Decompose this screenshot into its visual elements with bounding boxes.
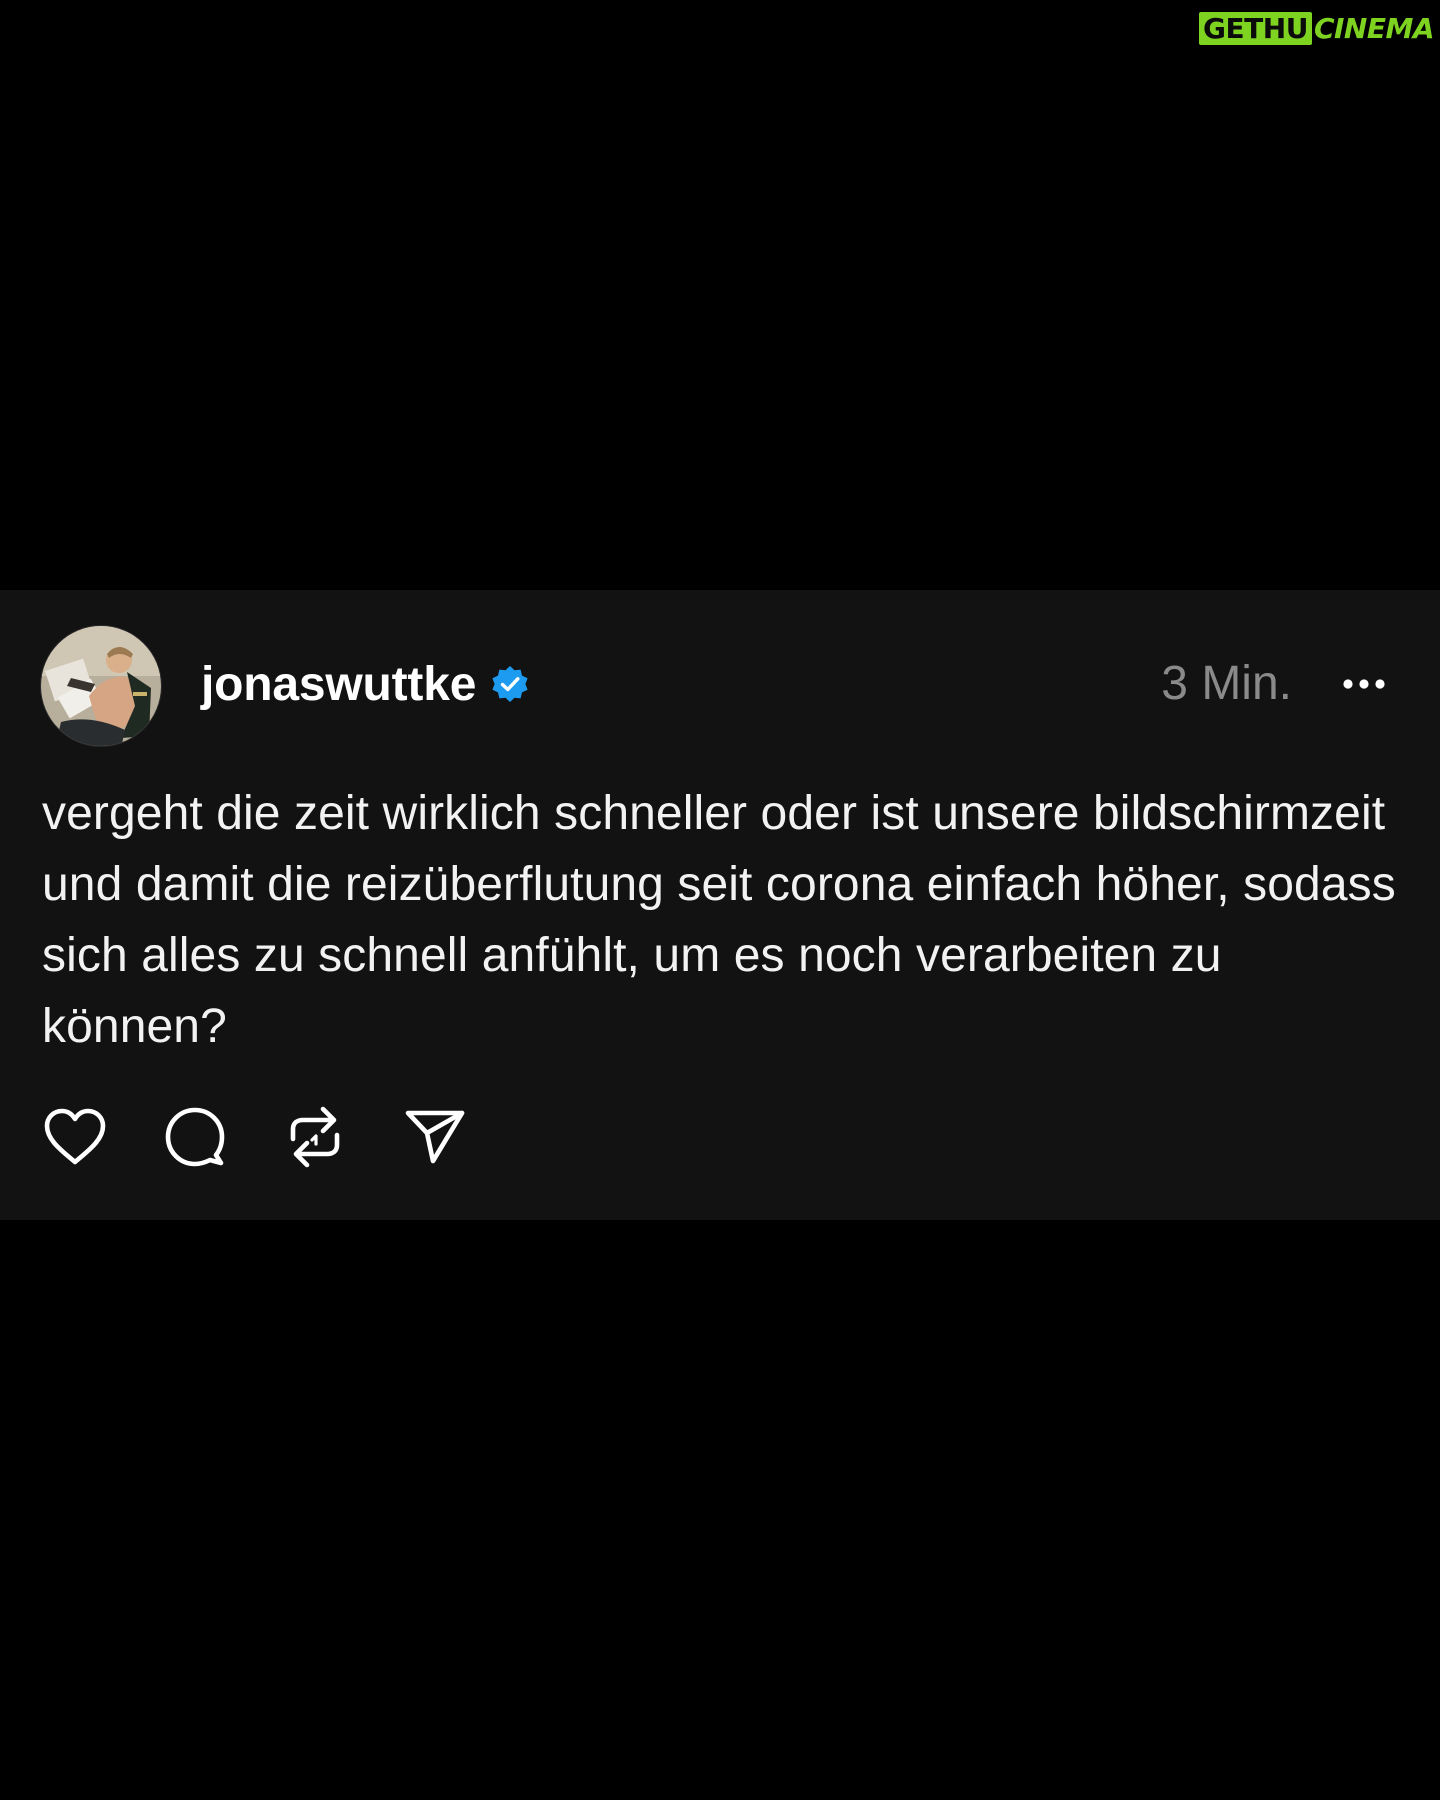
watermark-part-1: GETHU (1199, 12, 1312, 45)
reply-button[interactable] (160, 1104, 230, 1174)
more-options-icon[interactable] (1340, 666, 1388, 702)
send-icon (403, 1107, 467, 1172)
share-button[interactable] (400, 1104, 470, 1174)
avatar[interactable] (40, 625, 162, 747)
verified-badge-icon (490, 664, 530, 704)
repost-icon (285, 1103, 345, 1176)
comment-icon (163, 1105, 227, 1174)
like-button[interactable] (40, 1104, 110, 1174)
watermark-part-2: CINEMA (1313, 11, 1435, 45)
action-bar (40, 1104, 520, 1174)
repost-button[interactable] (280, 1104, 350, 1174)
heart-icon (42, 1107, 108, 1172)
post-timestamp: 3 Min. (1161, 657, 1292, 710)
username[interactable]: jonaswuttke (201, 657, 476, 712)
watermark-logo: GETHU CINEMA (1199, 11, 1435, 45)
post-text: vergeht die zeit wirklich schneller oder… (42, 787, 1396, 1053)
post-card: jonaswuttke 3 Min. vergeht die zeit wirk… (0, 590, 1440, 1220)
author-row: jonaswuttke (201, 656, 530, 712)
